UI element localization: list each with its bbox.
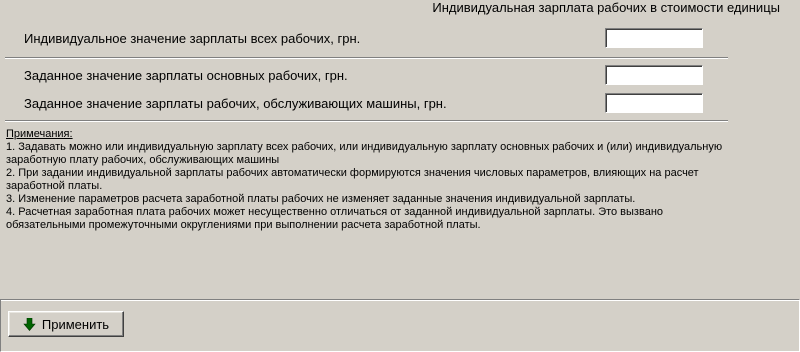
- page-title: Индивидуальная зарплата рабочих в стоимо…: [432, 0, 780, 15]
- all-workers-salary-input[interactable]: [605, 28, 703, 48]
- machine-workers-salary-input[interactable]: [605, 93, 703, 113]
- field-label-machine-workers: Заданное значение зарплаты рабочих, обсл…: [24, 96, 447, 111]
- separator-bottom: [5, 120, 728, 122]
- note-item: 2. При задании индивидуальной зарплаты р…: [6, 167, 699, 192]
- note-item: 4. Расчетная заработная плата рабочих мо…: [6, 206, 664, 231]
- arrow-down-icon: [23, 317, 36, 331]
- field-label-main-workers: Заданное значение зарплаты основных рабо…: [24, 68, 348, 83]
- apply-button[interactable]: Применить: [8, 311, 124, 337]
- field-label-all-workers: Индивидуальное значение зарплаты всех ра…: [24, 31, 361, 46]
- notes-title: Примечания:: [6, 128, 73, 140]
- apply-button-label: Применить: [41, 316, 110, 332]
- main-workers-salary-input[interactable]: [605, 65, 703, 85]
- note-item: 3. Изменение параметров расчета заработн…: [6, 193, 636, 205]
- notes-section: Примечания: 1. Задавать можно или индиви…: [6, 128, 731, 232]
- note-item: 1. Задавать можно или индивидуальную зар…: [6, 141, 723, 166]
- separator-top: [5, 57, 728, 59]
